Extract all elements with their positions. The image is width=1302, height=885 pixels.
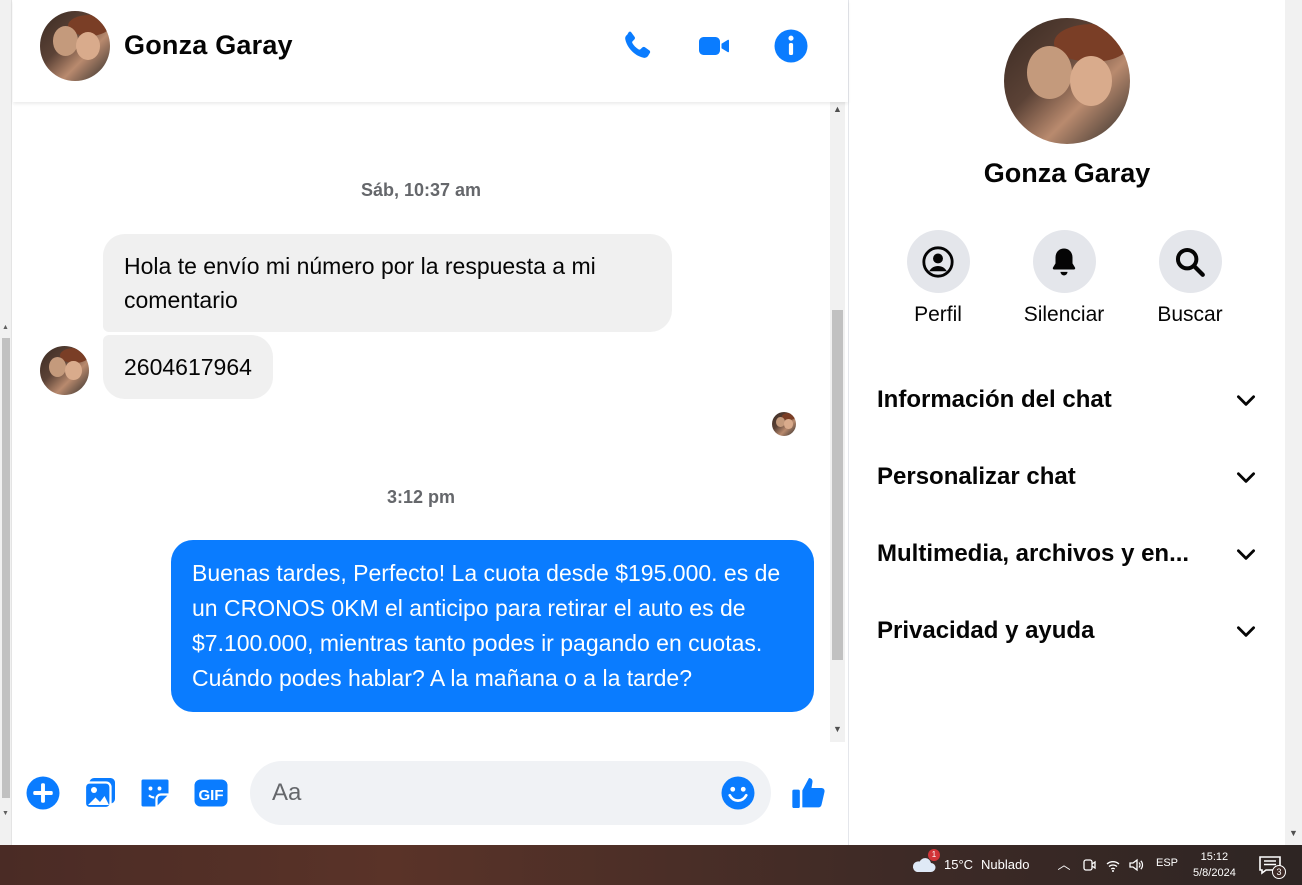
scroll-down-arrow[interactable]: ▼: [2, 810, 9, 817]
section-media-files[interactable]: Multimedia, archivos y en...: [877, 529, 1259, 579]
weather-widget[interactable]: 1 15°C Nublado: [910, 849, 1030, 873]
section-chat-info[interactable]: Información del chat: [877, 375, 1259, 425]
contact-avatar[interactable]: [40, 11, 110, 81]
system-clock[interactable]: 15:12 5/8/2024: [1193, 849, 1236, 881]
scroll-down-arrow[interactable]: ▼: [1289, 828, 1298, 838]
bell-icon[interactable]: [1032, 230, 1096, 293]
gif-icon[interactable]: GIF: [193, 775, 229, 811]
language-indicator[interactable]: ESP: [1156, 857, 1178, 869]
plus-circle-icon[interactable]: [25, 775, 61, 811]
svg-text:GIF: GIF: [199, 787, 224, 804]
notification-count: 3: [1272, 865, 1286, 879]
emoji-icon[interactable]: [720, 775, 756, 811]
incoming-message[interactable]: 2604617964: [103, 335, 273, 399]
weather-badge: 1: [928, 849, 940, 861]
scroll-up-arrow[interactable]: ▲: [2, 324, 9, 331]
chevron-up-icon[interactable]: ︿: [1056, 857, 1072, 873]
message-timestamp: 3:12 pm: [386, 487, 456, 507]
profile-icon[interactable]: [906, 230, 970, 293]
speaker-icon[interactable]: [1128, 857, 1144, 873]
section-privacy-help[interactable]: Privacidad y ayuda: [877, 606, 1259, 656]
profile-label: Perfil: [914, 303, 962, 326]
sender-avatar[interactable]: [40, 346, 89, 395]
outer-scrollbar-left[interactable]: ▲ ▼: [0, 0, 12, 845]
info-icon[interactable]: [773, 28, 809, 64]
section-title: Información del chat: [877, 386, 1112, 413]
thumbs-up-icon[interactable]: [789, 773, 829, 813]
outgoing-message[interactable]: Buenas tardes, Perfecto! La cuota desde …: [171, 540, 814, 712]
profile-button[interactable]: Perfil: [883, 230, 993, 327]
scrollbar-thumb[interactable]: [832, 310, 843, 660]
scroll-up-arrow[interactable]: ▲: [833, 104, 842, 114]
clock-date: 5/8/2024: [1193, 867, 1236, 879]
message-composer: GIF: [13, 745, 848, 845]
message-input-container[interactable]: [250, 761, 771, 825]
clock-time: 15:12: [1200, 851, 1229, 863]
section-title: Multimedia, archivos y en...: [877, 540, 1190, 567]
profile-avatar-large[interactable]: [1004, 18, 1130, 144]
scrollbar-thumb[interactable]: [2, 338, 10, 798]
phone-icon[interactable]: [619, 28, 655, 64]
meet-icon[interactable]: [1081, 857, 1097, 873]
cloud-icon: 1: [910, 849, 940, 873]
section-title: Personalizar chat: [877, 463, 1076, 490]
scroll-down-arrow[interactable]: ▼: [833, 724, 842, 734]
chat-info-panel: Gonza Garay Perfil Silenciar Buscar Info…: [849, 0, 1285, 845]
chevron-down-icon: [1237, 626, 1255, 637]
windows-taskbar: 1 15°C Nublado ︿ ESP 15:12 5/8/2024 3: [0, 845, 1302, 885]
image-icon[interactable]: [82, 775, 118, 811]
search-button[interactable]: Buscar: [1135, 230, 1245, 327]
video-camera-icon[interactable]: [696, 28, 732, 64]
chevron-down-icon: [1237, 395, 1255, 406]
sticker-icon[interactable]: [137, 775, 173, 811]
contact-name[interactable]: Gonza Garay: [124, 30, 293, 61]
section-title: Privacidad y ayuda: [877, 617, 1095, 644]
weather-temperature: 15°C: [944, 856, 974, 872]
seen-receipt-avatar: [772, 412, 796, 436]
wifi-icon[interactable]: [1105, 857, 1121, 873]
chat-window: Gonza Garay Sáb, 10:37 am Hola te envío …: [13, 0, 848, 845]
chat-header: Gonza Garay: [13, 0, 848, 102]
mute-button[interactable]: Silenciar: [1009, 230, 1119, 327]
search-label: Buscar: [1157, 303, 1223, 326]
message-list-scrollbar[interactable]: ▲ ▼: [830, 102, 845, 742]
message-list[interactable]: Sáb, 10:37 am Hola te envío mi número po…: [13, 102, 848, 742]
message-timestamp: Sáb, 10:37 am: [360, 180, 482, 200]
mute-label: Silenciar: [1023, 303, 1105, 326]
weather-description: Nublado: [981, 856, 1030, 872]
chevron-down-icon: [1237, 472, 1255, 483]
section-customize-chat[interactable]: Personalizar chat: [877, 452, 1259, 502]
page-scrollbar-right[interactable]: ▼: [1285, 0, 1302, 845]
incoming-message[interactable]: Hola te envío mi número por la respuesta…: [103, 234, 672, 332]
notifications-icon[interactable]: 3: [1258, 855, 1286, 879]
search-icon[interactable]: [1158, 230, 1222, 293]
message-input[interactable]: [272, 775, 702, 811]
profile-name: Gonza Garay: [983, 158, 1151, 188]
chevron-down-icon: [1237, 549, 1255, 560]
